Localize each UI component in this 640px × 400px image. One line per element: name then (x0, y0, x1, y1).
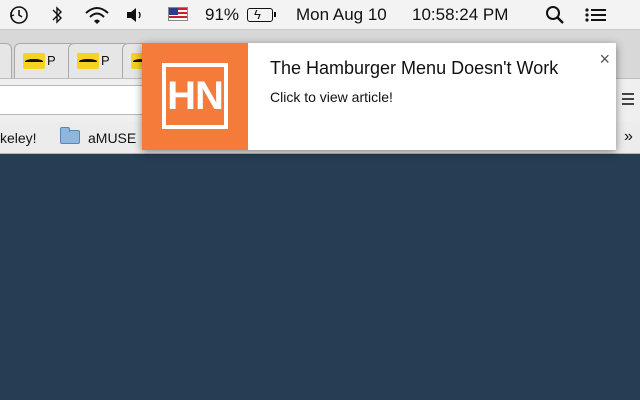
wifi-icon[interactable] (84, 0, 110, 30)
bookmarks-overflow-chevron-icon[interactable]: » (624, 128, 633, 146)
notification-body: Click to view article! (270, 89, 393, 105)
notification-center-icon[interactable] (584, 0, 608, 30)
time-machine-icon[interactable] (8, 0, 30, 30)
battery-percentage: 91% (205, 5, 240, 24)
hn-logo-text: HN (162, 63, 228, 129)
browser-tab[interactable]: P (14, 43, 76, 79)
menu-bar-date[interactable]: Mon Aug 10 (296, 0, 387, 30)
volume-icon[interactable] (124, 0, 146, 30)
hn-notification[interactable]: HN The Hamburger Menu Doesn't Work Click… (142, 43, 616, 150)
browser-menu-icon[interactable] (622, 93, 634, 105)
spotlight-search-icon[interactable] (545, 0, 565, 30)
bluetooth-icon[interactable] (50, 0, 64, 30)
menu-bar-time[interactable]: 10:58:24 PM (412, 0, 508, 30)
close-icon[interactable]: × (599, 49, 610, 70)
tab-label: P (101, 53, 110, 68)
hn-p-favicon (23, 53, 45, 69)
page-content-area[interactable] (0, 154, 640, 400)
folder-icon (60, 127, 80, 144)
hn-p-favicon (77, 53, 99, 69)
us-flag-icon[interactable] (168, 7, 188, 21)
notification-title: The Hamburger Menu Doesn't Work (270, 58, 559, 78)
browser-tab[interactable] (0, 43, 12, 79)
menu-bar: 91% ϟ Mon Aug 10 10:58:24 PM (0, 0, 640, 30)
bookmark-item[interactable]: keley! (0, 130, 37, 146)
bookmark-folder-label[interactable]: aMUSE (88, 130, 136, 146)
battery-charging-icon[interactable]: ϟ (247, 7, 276, 22)
hn-logo: HN (142, 43, 248, 150)
browser-tab[interactable]: P (68, 43, 130, 79)
tab-label: P (47, 53, 56, 68)
